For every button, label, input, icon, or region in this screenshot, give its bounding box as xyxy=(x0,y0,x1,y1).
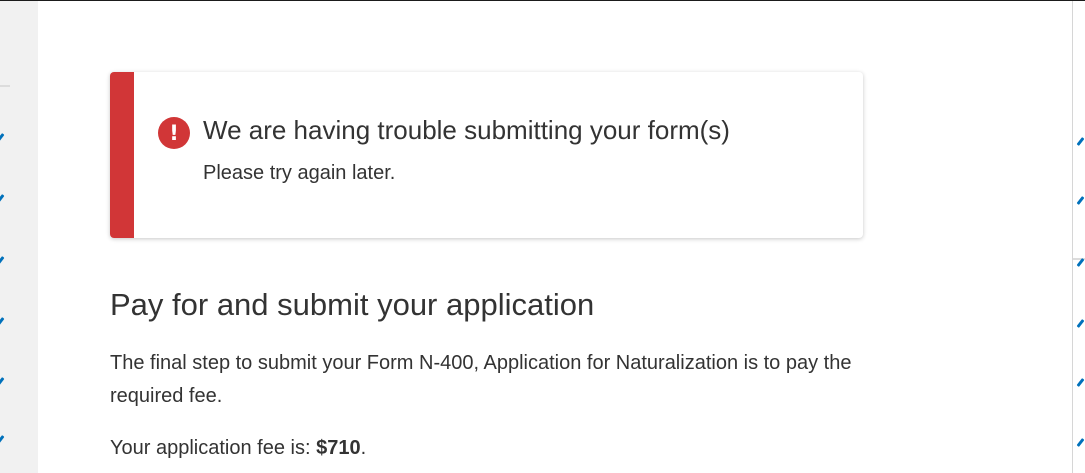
exclamation-icon: ! xyxy=(158,117,190,149)
intro-text: The final step to submit your Form N-400… xyxy=(110,352,852,407)
left-edge-mark xyxy=(0,377,5,386)
right-edge-mark xyxy=(1076,378,1085,387)
fee-line: Your application fee is: $710. xyxy=(110,437,366,460)
right-sidebar-edge xyxy=(1072,1,1085,473)
left-sidebar-edge xyxy=(0,1,38,473)
right-edge-mark xyxy=(1076,438,1085,447)
left-edge-mark xyxy=(0,133,5,142)
left-edge-mark xyxy=(0,256,5,265)
main-content: ! We are having trouble submitting your … xyxy=(38,1,1073,473)
fee-amount: $710 xyxy=(316,437,361,459)
right-edge-mark xyxy=(1076,137,1085,146)
fee-suffix: . xyxy=(360,437,367,459)
right-edge-mark xyxy=(1076,196,1085,205)
error-alert: ! We are having trouble submitting your … xyxy=(110,72,863,238)
left-divider xyxy=(0,85,10,87)
left-edge-mark xyxy=(0,435,5,444)
alert-title: We are having trouble submitting your fo… xyxy=(203,115,730,145)
left-edge-mark xyxy=(0,194,5,203)
left-edge-mark xyxy=(0,317,5,326)
fee-label: Your application fee is: xyxy=(110,437,317,459)
alert-message: Please try again later. xyxy=(203,162,396,184)
page-title: Pay for and submit your application xyxy=(110,287,595,322)
page-frame: ! We are having trouble submitting your … xyxy=(0,0,1085,473)
right-edge-mark xyxy=(1076,319,1085,328)
alert-accent-bar xyxy=(110,72,134,238)
